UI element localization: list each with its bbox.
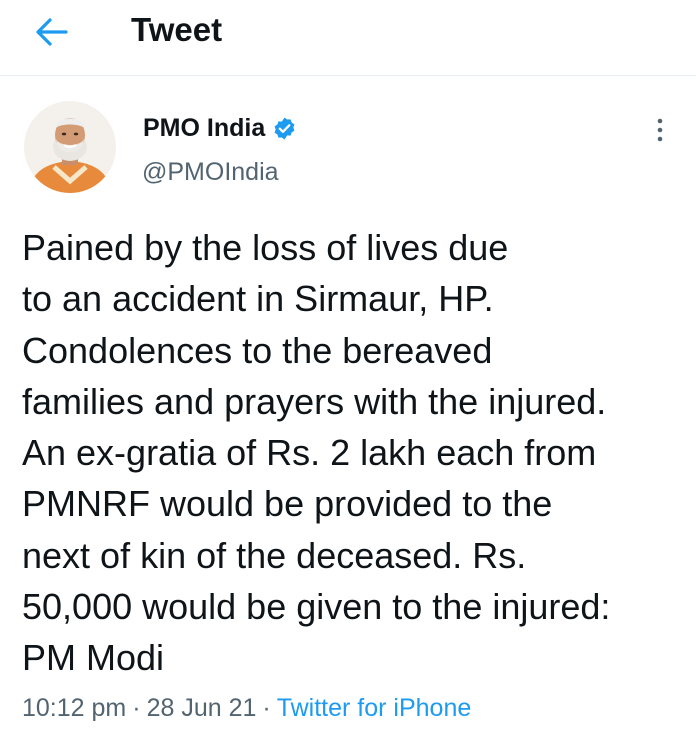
avatar[interactable] bbox=[24, 101, 116, 193]
more-options-button[interactable] bbox=[640, 110, 680, 150]
meta-separator: · bbox=[262, 694, 271, 722]
meta-separator: · bbox=[132, 694, 141, 722]
tweet-meta: 10:12 pm · 28 Jun 21 · Twitter for iPhon… bbox=[22, 690, 471, 726]
page-title: Tweet bbox=[131, 11, 223, 48]
avatar-image bbox=[24, 101, 116, 193]
tweet-detail-screen: Tweet PMO India @PMOIndia Pained by the … bbox=[0, 0, 696, 740]
verified-badge-icon bbox=[272, 116, 297, 141]
more-vertical-icon bbox=[657, 118, 663, 142]
tweet-text: Pained by the loss of lives due to an ac… bbox=[22, 227, 611, 679]
author-name-row: PMO India bbox=[143, 110, 297, 146]
top-bar: Tweet bbox=[0, 0, 696, 76]
author-handle[interactable]: @PMOIndia bbox=[142, 154, 279, 190]
tweet-date[interactable]: 28 Jun 21 bbox=[147, 690, 257, 726]
author-display-name[interactable]: PMO India bbox=[143, 114, 265, 143]
tweet-source-link[interactable]: Twitter for iPhone bbox=[277, 690, 472, 726]
arrow-left-icon bbox=[36, 18, 68, 46]
tweet-time[interactable]: 10:12 pm bbox=[22, 690, 126, 726]
back-button[interactable] bbox=[22, 6, 82, 58]
